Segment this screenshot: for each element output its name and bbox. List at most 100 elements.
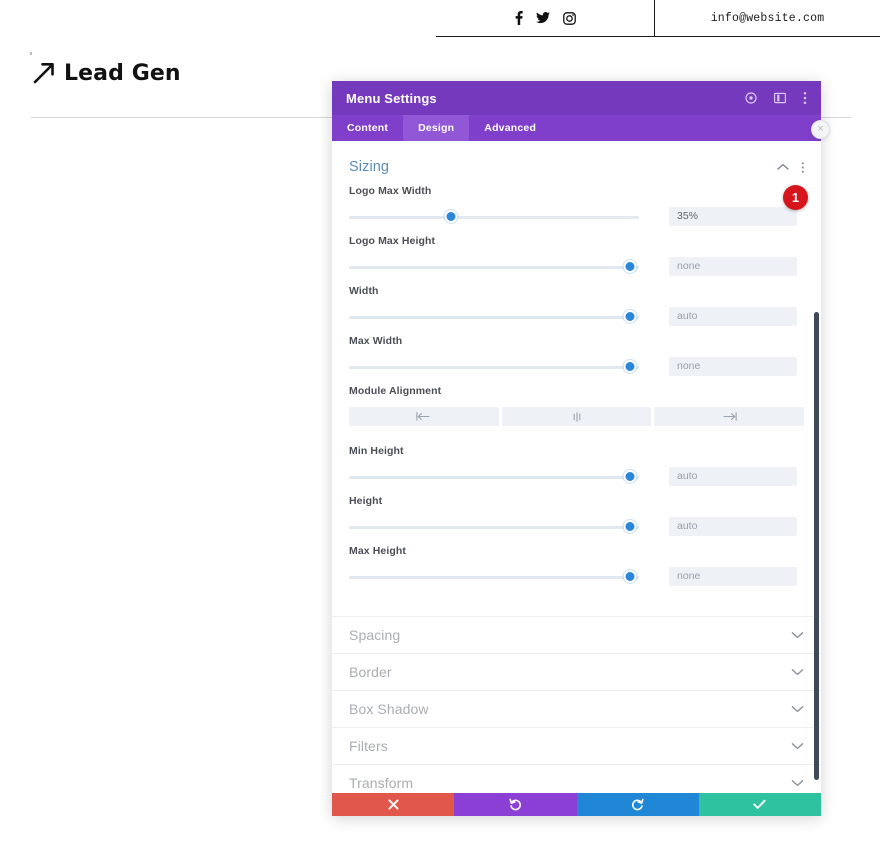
sizing-section-header[interactable]: Sizing — [349, 141, 804, 185]
section-label: Transform — [349, 775, 791, 791]
chevron-down-icon[interactable] — [791, 742, 804, 750]
align-left-icon — [416, 412, 432, 421]
stray-artifact — [30, 52, 32, 55]
tab-design[interactable]: Design — [403, 115, 469, 141]
save-button[interactable] — [699, 793, 821, 816]
slider-handle[interactable] — [624, 310, 637, 323]
slider-handle[interactable] — [624, 360, 637, 373]
slider-fill — [349, 216, 451, 219]
slider-fill — [349, 366, 630, 369]
field-label: Max Width — [349, 335, 804, 347]
layout-panel-icon[interactable] — [774, 92, 786, 104]
tab-content[interactable]: Content — [332, 115, 403, 141]
align-center-icon — [571, 412, 583, 422]
target-icon[interactable] — [745, 92, 757, 104]
menu-settings-modal: Menu Settings Content Design Advanced × — [332, 81, 821, 816]
field-logo-max-height: Logo Max Height none — [349, 235, 804, 285]
input-logo-max-height[interactable]: none — [669, 257, 797, 276]
field-label: Height — [349, 495, 804, 507]
slider-handle[interactable] — [624, 470, 637, 483]
section-label: Border — [349, 664, 791, 680]
slider-handle[interactable] — [444, 210, 457, 223]
slider-min-height[interactable] — [349, 470, 639, 484]
slider-max-height[interactable] — [349, 570, 639, 584]
slider-fill — [349, 316, 630, 319]
align-center-button[interactable] — [502, 407, 652, 426]
sizing-section: Sizing Logo Max Width — [332, 141, 821, 595]
screenshot-root: info@website.com Lead Gen Menu Settings — [0, 0, 880, 860]
field-max-height: Max Height none — [349, 545, 804, 595]
slider-height[interactable] — [349, 520, 639, 534]
field-label: Min Height — [349, 445, 804, 457]
input-min-height[interactable]: auto — [669, 467, 797, 486]
section-border[interactable]: Border — [332, 654, 821, 691]
section-transform[interactable]: Transform — [332, 765, 821, 793]
section-box-shadow[interactable]: Box Shadow — [332, 691, 821, 728]
cancel-button[interactable] — [332, 793, 454, 816]
field-label: Module Alignment — [349, 385, 804, 397]
chevron-up-icon[interactable] — [777, 163, 789, 171]
slider-fill — [349, 266, 630, 269]
section-label: Spacing — [349, 627, 791, 643]
modal-header-actions — [745, 91, 807, 105]
slider-max-width[interactable] — [349, 360, 639, 374]
modal-footer — [332, 793, 821, 816]
field-height: Height auto — [349, 495, 804, 545]
slider-fill — [349, 576, 630, 579]
chevron-down-icon[interactable] — [791, 631, 804, 639]
modal-scrollbar[interactable] — [814, 312, 819, 780]
site-top-bar: info@website.com — [0, 0, 880, 37]
slider-logo-max-width[interactable] — [349, 210, 639, 224]
input-max-height[interactable]: none — [669, 567, 797, 586]
instagram-icon[interactable] — [563, 12, 576, 25]
field-label: Width — [349, 285, 804, 297]
field-min-height: Min Height auto — [349, 445, 804, 495]
input-height[interactable]: auto — [669, 517, 797, 536]
slider-logo-max-height[interactable] — [349, 260, 639, 274]
input-max-width[interactable]: none — [669, 357, 797, 376]
align-right-icon — [721, 412, 737, 421]
input-width[interactable]: auto — [669, 307, 797, 326]
slider-fill — [349, 476, 630, 479]
slider-fill — [349, 526, 630, 529]
section-label: Filters — [349, 738, 791, 754]
field-max-width: Max Width none — [349, 335, 804, 385]
slider-handle[interactable] — [624, 520, 637, 533]
slider-width[interactable] — [349, 310, 639, 324]
redo-button[interactable] — [577, 793, 699, 816]
undo-icon — [509, 798, 522, 811]
slider-handle[interactable] — [624, 570, 637, 583]
collapsed-sections: Spacing Border Box Shadow Filters Transf… — [332, 616, 821, 793]
slider-handle[interactable] — [624, 260, 637, 273]
tab-advanced[interactable]: Advanced — [469, 115, 551, 141]
section-filters[interactable]: Filters — [332, 728, 821, 765]
field-label: Logo Max Width — [349, 185, 804, 197]
redo-icon — [631, 798, 644, 811]
twitter-icon[interactable] — [536, 12, 550, 24]
modal-tabs: Content Design Advanced — [332, 115, 821, 141]
field-label: Logo Max Height — [349, 235, 804, 247]
field-logo-max-width: Logo Max Width 35% — [349, 185, 804, 235]
close-icon — [388, 799, 399, 810]
facebook-icon[interactable] — [515, 11, 523, 25]
input-logo-max-width[interactable]: 35% — [669, 207, 797, 226]
field-label: Max Height — [349, 545, 804, 557]
arrow-up-right-icon — [31, 60, 57, 86]
site-logo[interactable]: Lead Gen — [31, 60, 181, 86]
close-modal-button[interactable]: × — [811, 120, 830, 139]
kebab-menu-icon[interactable] — [803, 91, 807, 105]
section-spacing[interactable]: Spacing — [332, 617, 821, 654]
chevron-down-icon[interactable] — [791, 705, 804, 713]
chevron-down-icon[interactable] — [791, 668, 804, 676]
chevron-down-icon[interactable] — [791, 779, 804, 787]
social-links — [436, 0, 654, 37]
align-right-button[interactable] — [654, 407, 804, 426]
modal-title: Menu Settings — [346, 91, 745, 106]
modal-header: Menu Settings — [332, 81, 821, 115]
undo-button[interactable] — [454, 793, 576, 816]
modal-body: Sizing Logo Max Width — [332, 141, 821, 793]
section-title: Sizing — [349, 159, 777, 175]
align-left-button[interactable] — [349, 407, 499, 426]
section-kebab-menu-icon[interactable] — [801, 161, 805, 174]
contact-email[interactable]: info@website.com — [655, 0, 880, 37]
